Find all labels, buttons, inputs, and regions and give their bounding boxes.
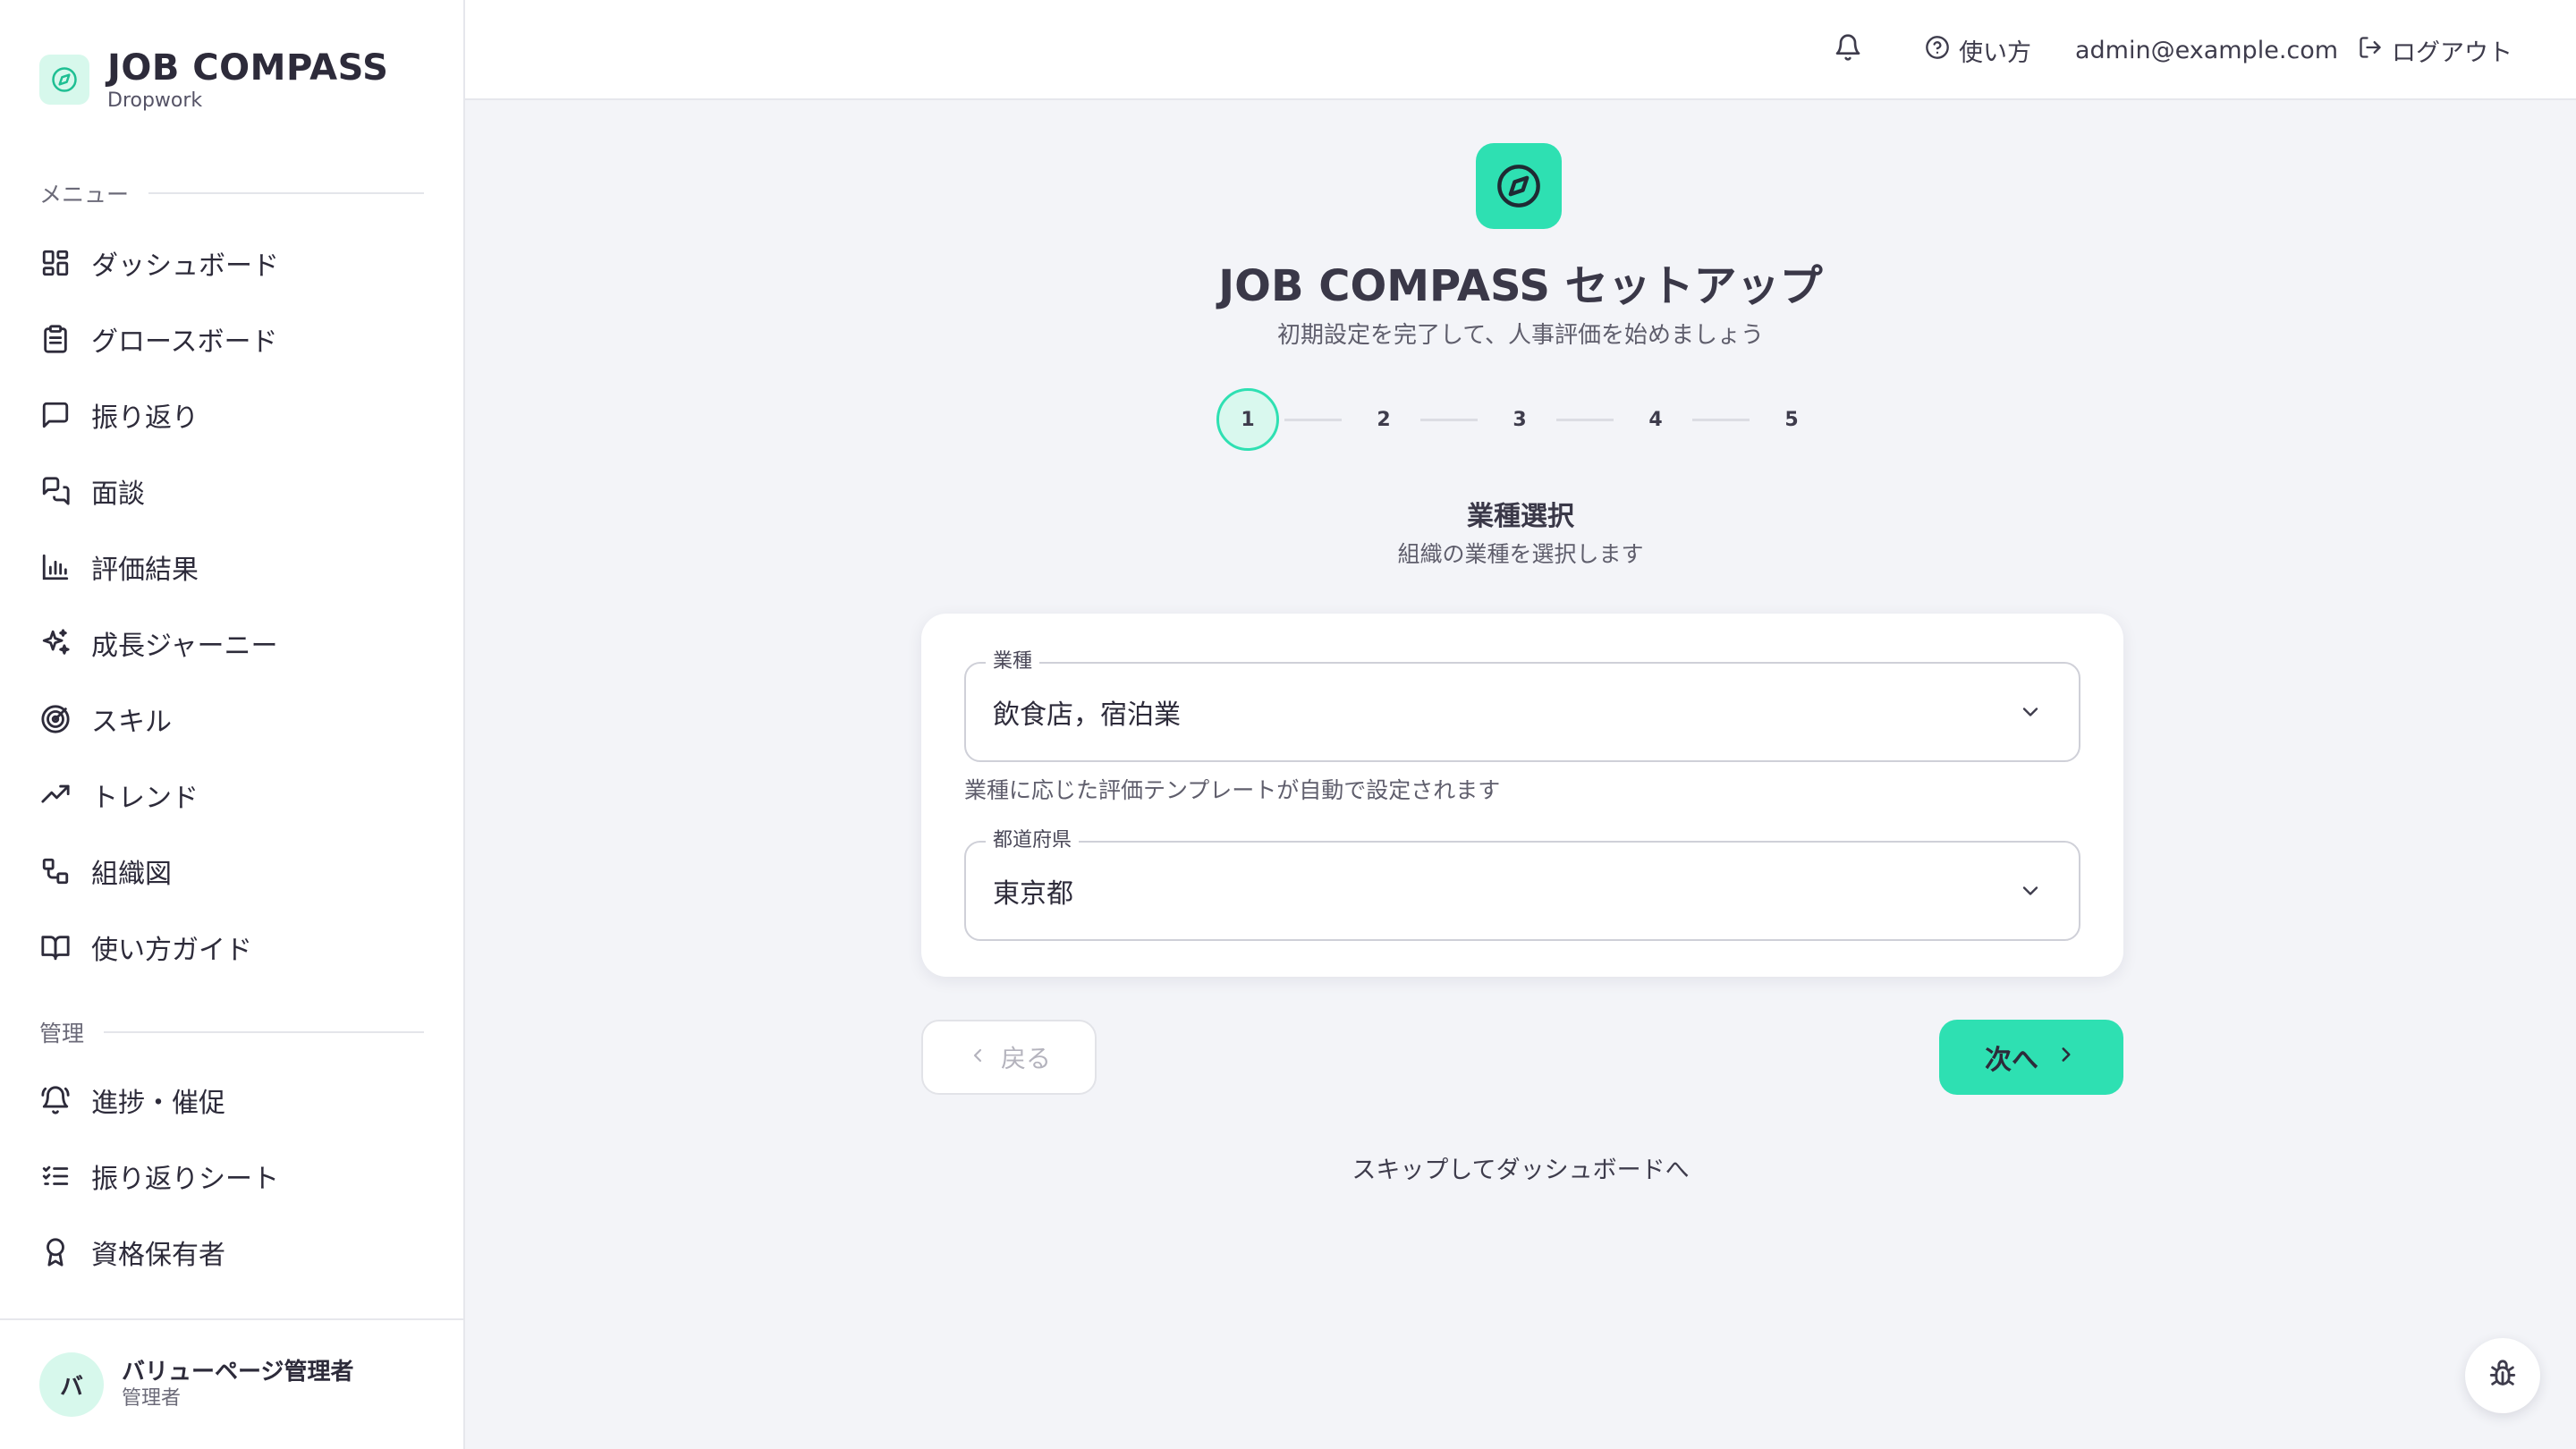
avatar: バ (39, 1352, 104, 1417)
user-name: バリューページ管理者 (122, 1359, 354, 1385)
sidebar-item-reflection[interactable]: 振り返り (0, 377, 465, 453)
notifications-button[interactable] (1834, 33, 1871, 68)
next-button[interactable]: 次へ (1939, 1020, 2123, 1095)
list-checks-icon (39, 1160, 72, 1192)
step-4: 4 (1648, 408, 1663, 431)
sidebar-item-label: 振り返り (91, 402, 199, 434)
main-nav: ダッシュボード グロースボード 振り返り 面談 評価結果 成長ジャーニー スキル (0, 225, 465, 985)
sidebar-item-label: 資格保有者 (91, 1239, 225, 1271)
bug-report-button[interactable] (2465, 1338, 2540, 1413)
logout-button[interactable]: ログアウト (2358, 34, 2512, 67)
step-2: 2 (1377, 408, 1391, 431)
sidebar-item-growth-board[interactable]: グロースボード (0, 301, 465, 377)
sidebar-item-label: 組織図 (91, 858, 172, 890)
step-5: 5 (1784, 408, 1799, 431)
bar-chart-icon (39, 551, 72, 583)
clipboard-icon (39, 323, 72, 355)
brand[interactable]: JOB COMPASS Dropwork (39, 47, 388, 113)
sidebar-item-label: 面談 (91, 478, 145, 510)
trending-up-icon (39, 779, 72, 811)
award-icon (39, 1236, 72, 1268)
industry-form-card: 業種 飲食店，宿泊業 業種に応じた評価テンプレートが自動で設定されます 都道府県… (921, 614, 2123, 977)
next-label: 次へ (1985, 1045, 2038, 1076)
bug-icon (2487, 1359, 2518, 1393)
sidebar-item-org-chart[interactable]: 組織図 (0, 833, 465, 909)
logout-icon (2358, 35, 2392, 66)
prefecture-select[interactable]: 都道府県 東京都 (964, 830, 2080, 941)
logout-label: ログアウト (2392, 38, 2512, 67)
sidebar-item-label: 振り返りシート (91, 1163, 279, 1195)
step-connector (1420, 419, 1478, 421)
back-button[interactable]: 戻る (921, 1020, 1097, 1095)
sidebar-item-results[interactable]: 評価結果 (0, 529, 465, 605)
sidebar-item-label: ダッシュボード (91, 250, 279, 282)
help-label: 使い方 (1959, 38, 2031, 67)
back-label: 戻る (1000, 1044, 1051, 1073)
page-subtitle: 初期設定を完了して、人事評価を始めましょう (1277, 322, 1764, 349)
chevron-down-icon (2018, 878, 2043, 907)
setup-wizard: JOB COMPASS セットアップ 初期設定を完了して、人事評価を始めましょう… (465, 100, 2576, 1449)
step-3: 3 (1513, 408, 1527, 431)
sidebar-item-growth-journey[interactable]: 成長ジャーニー (0, 605, 465, 681)
sidebar-item-progress[interactable]: 進捗・催促 (0, 1062, 465, 1138)
chevron-down-icon (2018, 699, 2043, 728)
sidebar-item-label: スキル (91, 706, 172, 738)
industry-helper-text: 業種に応じた評価テンプレートが自動で設定されます (964, 777, 1501, 803)
sparkles-icon (39, 627, 72, 659)
user-role: 管理者 (122, 1387, 182, 1410)
target-icon (39, 703, 72, 735)
step-subtitle: 組織の業種を選択します (1397, 541, 1644, 567)
sidebar: JOB COMPASS Dropwork メニュー ダッシュボード グロースボー… (0, 0, 465, 1449)
help-link[interactable]: 使い方 (1925, 34, 2031, 67)
sidebar-item-trend[interactable]: トレンド (0, 757, 465, 833)
account-email: admin@example.com (2075, 36, 2339, 64)
sidebar-item-guide[interactable]: 使い方ガイド (0, 909, 465, 985)
sidebar-item-label: 進捗・催促 (91, 1087, 225, 1119)
brand-subtitle: Dropwork (107, 89, 203, 112)
sidebar-item-label: 使い方ガイド (91, 934, 252, 966)
admin-section-label: 管理 (39, 1016, 424, 1048)
step-connector (1556, 419, 1614, 421)
top-header: 使い方 admin@example.com ログアウト (465, 0, 2576, 100)
brand-title: JOB COMPASS (107, 47, 389, 89)
compass-icon (39, 55, 89, 105)
menu-section-label: メニュー (39, 177, 424, 209)
stepper: 1 2 3 4 5 (1216, 388, 1825, 451)
sidebar-item-interview[interactable]: 面談 (0, 453, 465, 529)
skip-to-dashboard-link[interactable]: スキップしてダッシュボードへ (465, 1150, 2576, 1185)
sidebar-item-label: 成長ジャーニー (91, 630, 278, 662)
user-card[interactable]: バ バリューページ管理者 管理者 (0, 1318, 465, 1449)
book-open-icon (39, 931, 72, 963)
step-title: 業種選択 (1467, 501, 1574, 532)
page-title: JOB COMPASS セットアップ (1218, 261, 1823, 311)
step-1: 1 (1216, 388, 1279, 451)
chevron-left-icon (967, 1043, 1001, 1072)
help-circle-icon (1925, 35, 1959, 66)
compass-icon (1476, 143, 1562, 229)
admin-nav: 進捗・催促 振り返りシート 資格保有者 (0, 1062, 465, 1290)
sidebar-item-certified[interactable]: 資格保有者 (0, 1214, 465, 1290)
chat-bubbles-icon (39, 475, 72, 507)
sidebar-item-skills[interactable]: スキル (0, 681, 465, 757)
industry-select[interactable]: 業種 飲食店，宿泊業 (964, 651, 2080, 762)
industry-value: 飲食店，宿泊業 (993, 699, 1181, 731)
step-connector (1284, 419, 1342, 421)
org-chart-icon (39, 855, 72, 887)
prefecture-value: 東京都 (993, 878, 1073, 910)
dashboard-grid-icon (39, 247, 72, 279)
sidebar-item-reflection-sheet[interactable]: 振り返りシート (0, 1138, 465, 1214)
sidebar-item-label: トレンド (91, 782, 199, 814)
message-square-icon (39, 399, 72, 431)
bell-ring-icon (39, 1084, 72, 1116)
sidebar-item-label: 評価結果 (91, 554, 199, 586)
chevron-right-icon (2038, 1042, 2078, 1073)
sidebar-item-dashboard[interactable]: ダッシュボード (0, 225, 465, 301)
bell-icon (1834, 33, 1871, 68)
step-connector (1692, 419, 1750, 421)
sidebar-item-label: グロースボード (91, 326, 278, 358)
